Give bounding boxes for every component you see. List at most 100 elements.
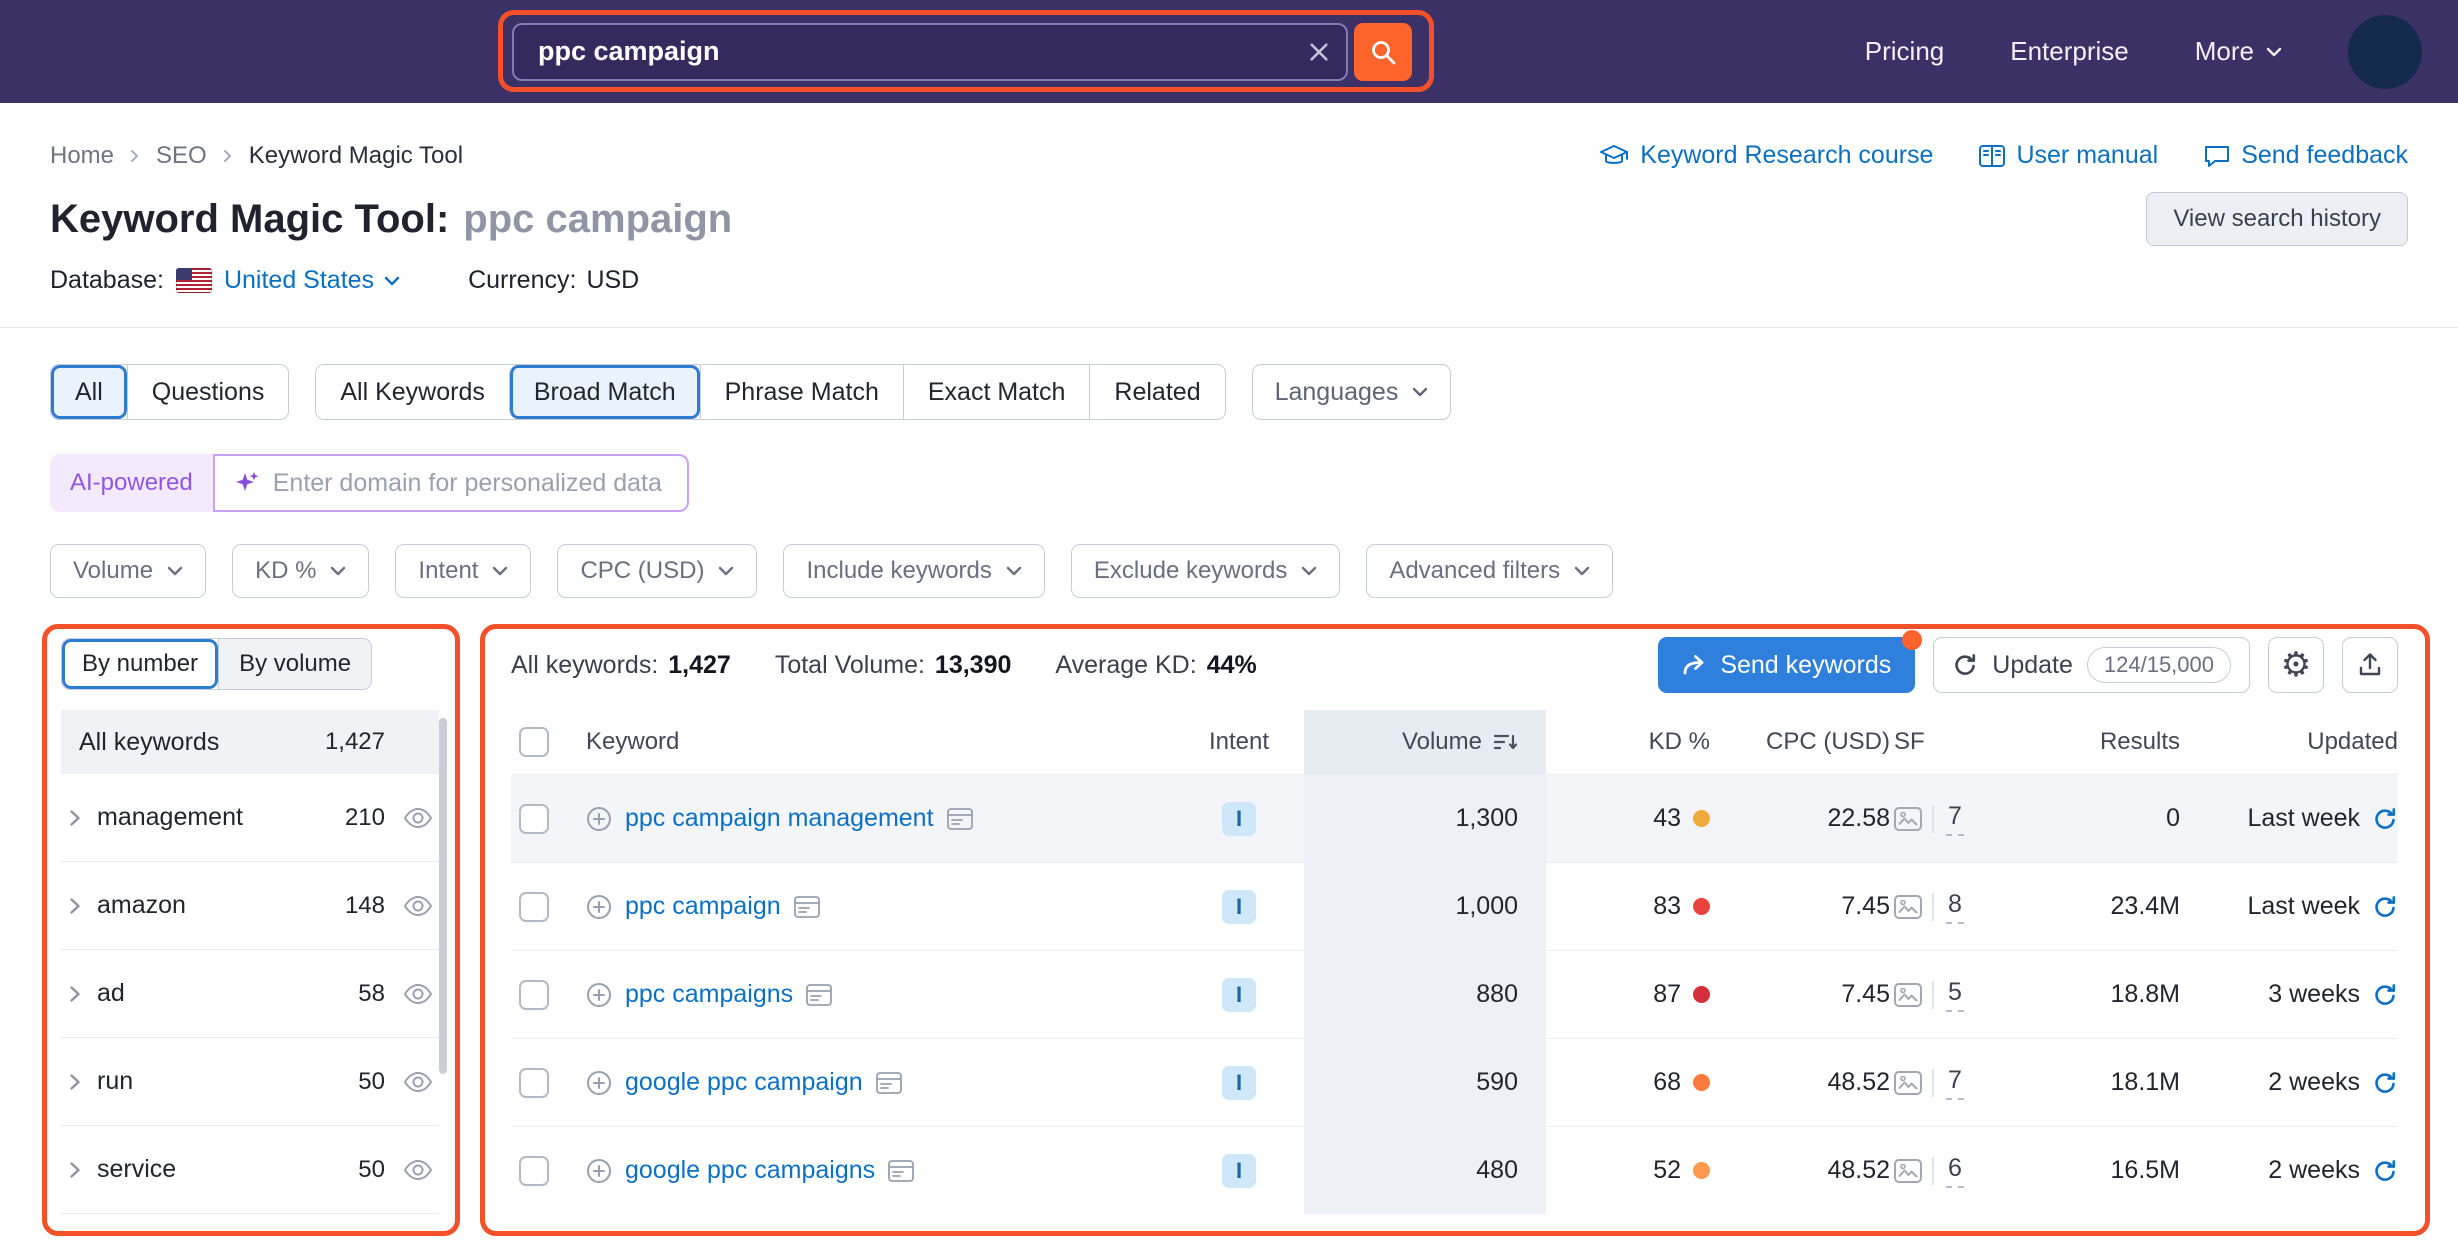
breadcrumb-seo[interactable]: SEO bbox=[156, 142, 207, 170]
intent-badge[interactable]: I bbox=[1222, 1066, 1256, 1100]
match-tab[interactable]: Broad Match bbox=[509, 365, 700, 419]
match-tab[interactable]: Related bbox=[1089, 365, 1224, 419]
header-volume[interactable]: Volume bbox=[1304, 710, 1546, 774]
group-sort-option[interactable]: By number bbox=[62, 639, 218, 689]
user-manual-link[interactable]: User manual bbox=[1979, 141, 2158, 170]
sf-count[interactable]: 6 bbox=[1946, 1154, 1964, 1188]
send-feedback-link[interactable]: Send feedback bbox=[2204, 141, 2408, 170]
add-keyword-icon[interactable] bbox=[586, 982, 612, 1008]
filter-dropdown[interactable]: CPC (USD) bbox=[557, 544, 757, 598]
filter-dropdown[interactable]: Advanced filters bbox=[1366, 544, 1613, 598]
add-keyword-icon[interactable] bbox=[586, 1158, 612, 1184]
scope-tab[interactable]: All bbox=[51, 365, 127, 419]
refresh-metrics-icon[interactable] bbox=[2372, 1158, 2398, 1184]
search-button[interactable] bbox=[1354, 23, 1412, 81]
nav-more[interactable]: More bbox=[2195, 36, 2282, 67]
add-keyword-icon[interactable] bbox=[586, 1070, 612, 1096]
update-button[interactable]: Update 124/15,000 bbox=[1933, 637, 2250, 693]
row-checkbox[interactable] bbox=[519, 980, 549, 1010]
keyword-research-course-link[interactable]: Keyword Research course bbox=[1599, 141, 1933, 170]
row-checkbox[interactable] bbox=[519, 1068, 549, 1098]
keyword-table-row[interactable]: google ppc campaign I 590 68 bbox=[511, 1038, 2398, 1126]
hide-group-button[interactable] bbox=[401, 983, 435, 1005]
keyword-link[interactable]: google ppc campaign bbox=[625, 1068, 863, 1097]
view-search-history-button[interactable]: View search history bbox=[2146, 192, 2408, 246]
header-sf: SF bbox=[1890, 710, 2010, 774]
intent-badge[interactable]: I bbox=[1222, 978, 1256, 1012]
serp-card-icon[interactable] bbox=[876, 1072, 902, 1094]
hide-group-button[interactable] bbox=[401, 1071, 435, 1093]
keyword-table-row[interactable]: ppc campaigns I 880 87 bbox=[511, 950, 2398, 1038]
all-keywords-row[interactable]: All keywords 1,427 bbox=[61, 710, 439, 774]
add-keyword-icon[interactable] bbox=[586, 806, 612, 832]
hide-group-button[interactable] bbox=[401, 895, 435, 917]
match-tab[interactable]: All Keywords bbox=[316, 365, 509, 419]
scope-tab[interactable]: Questions bbox=[127, 365, 289, 419]
group-sort-option[interactable]: By volume bbox=[218, 639, 371, 689]
filter-dropdown[interactable]: Exclude keywords bbox=[1071, 544, 1340, 598]
refresh-metrics-icon[interactable] bbox=[2372, 1070, 2398, 1096]
filter-dropdown[interactable]: Volume bbox=[50, 544, 206, 598]
refresh-metrics-icon[interactable] bbox=[2372, 806, 2398, 832]
row-checkbox[interactable] bbox=[519, 1156, 549, 1186]
hide-group-button[interactable] bbox=[401, 1159, 435, 1181]
hide-group-button[interactable] bbox=[401, 807, 435, 829]
nav-pricing[interactable]: Pricing bbox=[1865, 36, 1944, 67]
keyword-table-row[interactable]: ppc campaign I 1,000 83 bbox=[511, 862, 2398, 950]
keyword-link[interactable]: google ppc campaigns bbox=[625, 1156, 875, 1185]
sf-count[interactable]: 5 bbox=[1946, 978, 1964, 1012]
filter-dropdown[interactable]: KD % bbox=[232, 544, 369, 598]
match-tab[interactable]: Exact Match bbox=[903, 365, 1090, 419]
settings-button[interactable]: ⚙ bbox=[2268, 637, 2324, 693]
sf-count[interactable]: 7 bbox=[1946, 802, 1964, 836]
group-row[interactable]: amazon 148 bbox=[61, 862, 439, 950]
search-input[interactable] bbox=[514, 36, 1292, 67]
refresh-metrics-icon[interactable] bbox=[2372, 982, 2398, 1008]
keyword-table-row[interactable]: ppc campaign management I 1,300 4 bbox=[511, 774, 2398, 862]
breadcrumb-home[interactable]: Home bbox=[50, 142, 114, 170]
group-row[interactable]: service 50 bbox=[61, 1126, 439, 1214]
intent-badge[interactable]: I bbox=[1222, 802, 1256, 836]
languages-dropdown[interactable]: Languages bbox=[1252, 364, 1452, 420]
serp-card-icon[interactable] bbox=[947, 808, 973, 830]
row-checkbox[interactable] bbox=[519, 804, 549, 834]
filter-dropdown[interactable]: Intent bbox=[395, 544, 531, 598]
keyword-link[interactable]: ppc campaigns bbox=[625, 980, 793, 1009]
keyword-link[interactable]: ppc campaign bbox=[625, 892, 781, 921]
serp-card-icon[interactable] bbox=[888, 1160, 914, 1182]
user-avatar[interactable] bbox=[2348, 15, 2422, 89]
group-row[interactable]: run 50 bbox=[61, 1038, 439, 1126]
help-links: Keyword Research course User manual Send… bbox=[1599, 141, 2408, 170]
keyword-link[interactable]: ppc campaign management bbox=[625, 804, 934, 833]
send-keywords-button[interactable]: Send keywords bbox=[1658, 637, 1915, 693]
sort-descending-icon[interactable] bbox=[1494, 733, 1518, 751]
domain-input[interactable] bbox=[273, 469, 669, 498]
page-title-query: ppc campaign bbox=[463, 197, 732, 242]
sf-count[interactable]: 8 bbox=[1946, 890, 1964, 924]
serp-features-icon[interactable] bbox=[1894, 807, 1922, 831]
intent-badge[interactable]: I bbox=[1222, 1154, 1256, 1188]
sf-count[interactable]: 7 bbox=[1946, 1066, 1964, 1100]
export-button[interactable] bbox=[2342, 637, 2398, 693]
group-row[interactable]: ad 58 bbox=[61, 950, 439, 1038]
row-checkbox[interactable] bbox=[519, 892, 549, 922]
sidebar-scrollbar[interactable] bbox=[439, 718, 447, 1074]
serp-features-icon[interactable] bbox=[1894, 895, 1922, 919]
serp-features-icon[interactable] bbox=[1894, 1159, 1922, 1183]
group-row[interactable]: management 210 bbox=[61, 774, 439, 862]
add-keyword-icon[interactable] bbox=[586, 894, 612, 920]
results-cell: 16.5M bbox=[2010, 1127, 2180, 1214]
select-all-checkbox[interactable] bbox=[519, 727, 549, 757]
database-selector[interactable]: United States bbox=[224, 266, 400, 295]
serp-features-icon[interactable] bbox=[1894, 1071, 1922, 1095]
clear-search-button[interactable] bbox=[1292, 43, 1346, 61]
refresh-metrics-icon[interactable] bbox=[2372, 894, 2398, 920]
match-tab[interactable]: Phrase Match bbox=[700, 365, 903, 419]
serp-card-icon[interactable] bbox=[806, 984, 832, 1006]
filter-dropdown[interactable]: Include keywords bbox=[783, 544, 1044, 598]
serp-features-icon[interactable] bbox=[1894, 983, 1922, 1007]
nav-enterprise[interactable]: Enterprise bbox=[2010, 36, 2129, 67]
intent-badge[interactable]: I bbox=[1222, 890, 1256, 924]
serp-card-icon[interactable] bbox=[794, 896, 820, 918]
keyword-table-row[interactable]: google ppc campaigns I 480 52 bbox=[511, 1126, 2398, 1214]
